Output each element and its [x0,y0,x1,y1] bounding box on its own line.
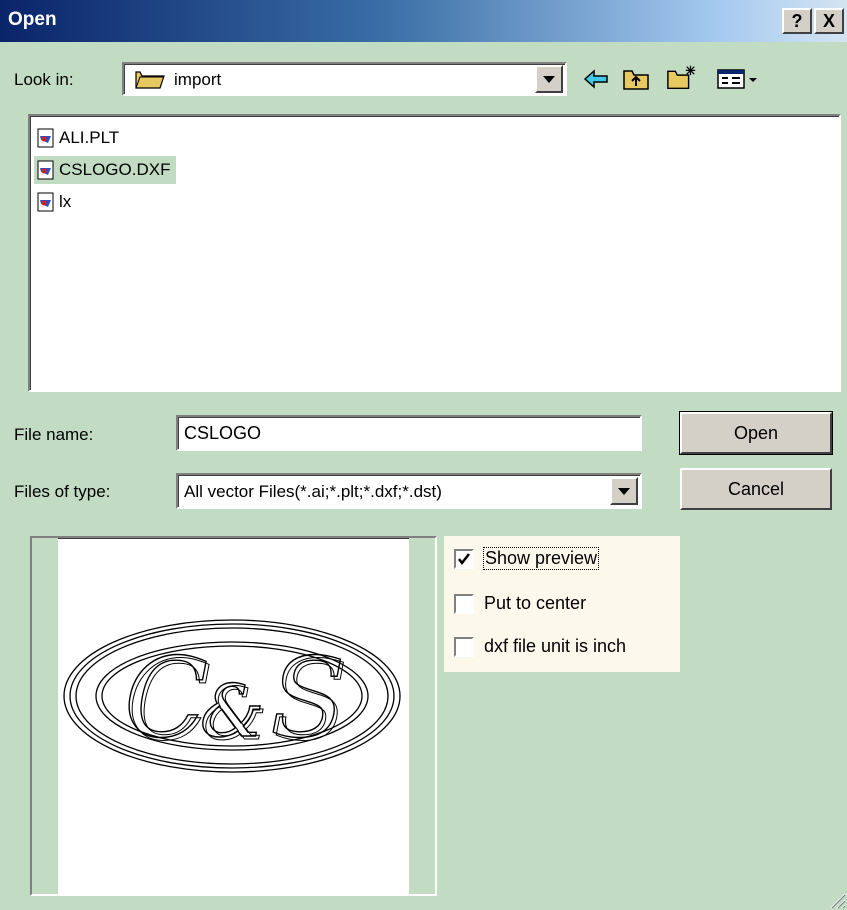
svg-text:C: C [127,637,211,765]
list-item[interactable]: ALI.PLT [34,124,125,152]
dxf-unit-checkbox[interactable] [454,636,474,657]
files-of-type-value: All vector Files(*.ai;*.plt;*.dxf;*.dst) [184,482,442,501]
preview-pane: C & S C & S [30,536,437,896]
files-of-type-dropdown-button[interactable] [610,477,638,505]
show-preview-checkbox[interactable] [454,548,474,569]
files-of-type-label: Files of type: [14,482,111,501]
file-name-label: File name: [14,425,94,444]
folder-icon [134,68,166,95]
file-icon [36,128,56,148]
files-of-type-dropdown[interactable]: All vector Files(*.ai;*.plt;*.dxf;*.dst) [176,473,642,509]
file-name-field[interactable]: CSLOGO [176,415,642,451]
chevron-down-icon [618,487,630,495]
checkmark-icon [458,552,470,565]
svg-text:S: S [273,637,348,765]
file-name: CSLOGO.DXF [59,160,171,179]
put-to-center-checkbox[interactable] [454,593,474,614]
view-menu-icon[interactable] [714,63,762,95]
look-in-label: Look in: [14,70,74,89]
show-preview-option[interactable]: Show preview [454,547,600,570]
file-name: lx [59,192,72,211]
svg-text:&: & [203,672,267,756]
look-in-dropdown-button[interactable] [535,65,563,93]
options-panel: Show preview Put to center dxf file unit… [444,536,680,672]
show-preview-label: Show preview [482,547,600,570]
close-button[interactable]: X [814,8,844,34]
list-item[interactable]: lx [34,188,77,216]
dxf-unit-label: dxf file unit is inch [484,636,627,656]
back-arrow-icon[interactable] [580,63,612,95]
file-icon [36,160,56,180]
put-to-center-option[interactable]: Put to center [454,593,586,614]
help-button[interactable]: ? [782,8,812,34]
open-button[interactable]: Open [679,411,833,455]
put-to-center-label: Put to center [484,593,587,613]
file-list[interactable]: ALI.PLT CSLOGO.DXF lx [28,114,841,392]
cancel-button[interactable]: Cancel [680,468,832,510]
look-in-dropdown[interactable]: import [122,62,567,96]
look-in-folder-name: import [174,70,222,89]
dxf-unit-option[interactable]: dxf file unit is inch [454,636,626,657]
title-bar[interactable]: Open ? X [0,0,847,42]
file-name: ALI.PLT [59,128,120,147]
file-icon [36,192,56,212]
list-item[interactable]: CSLOGO.DXF [34,156,177,184]
chevron-down-icon [543,75,555,83]
file-name-value: CSLOGO [184,423,262,443]
dialog-title: Open [8,9,57,30]
new-folder-icon[interactable] [666,61,698,93]
up-folder-icon[interactable] [620,63,652,95]
resize-grip-icon[interactable] [826,889,846,909]
cs-logo-preview: C & S C & S [63,619,401,773]
